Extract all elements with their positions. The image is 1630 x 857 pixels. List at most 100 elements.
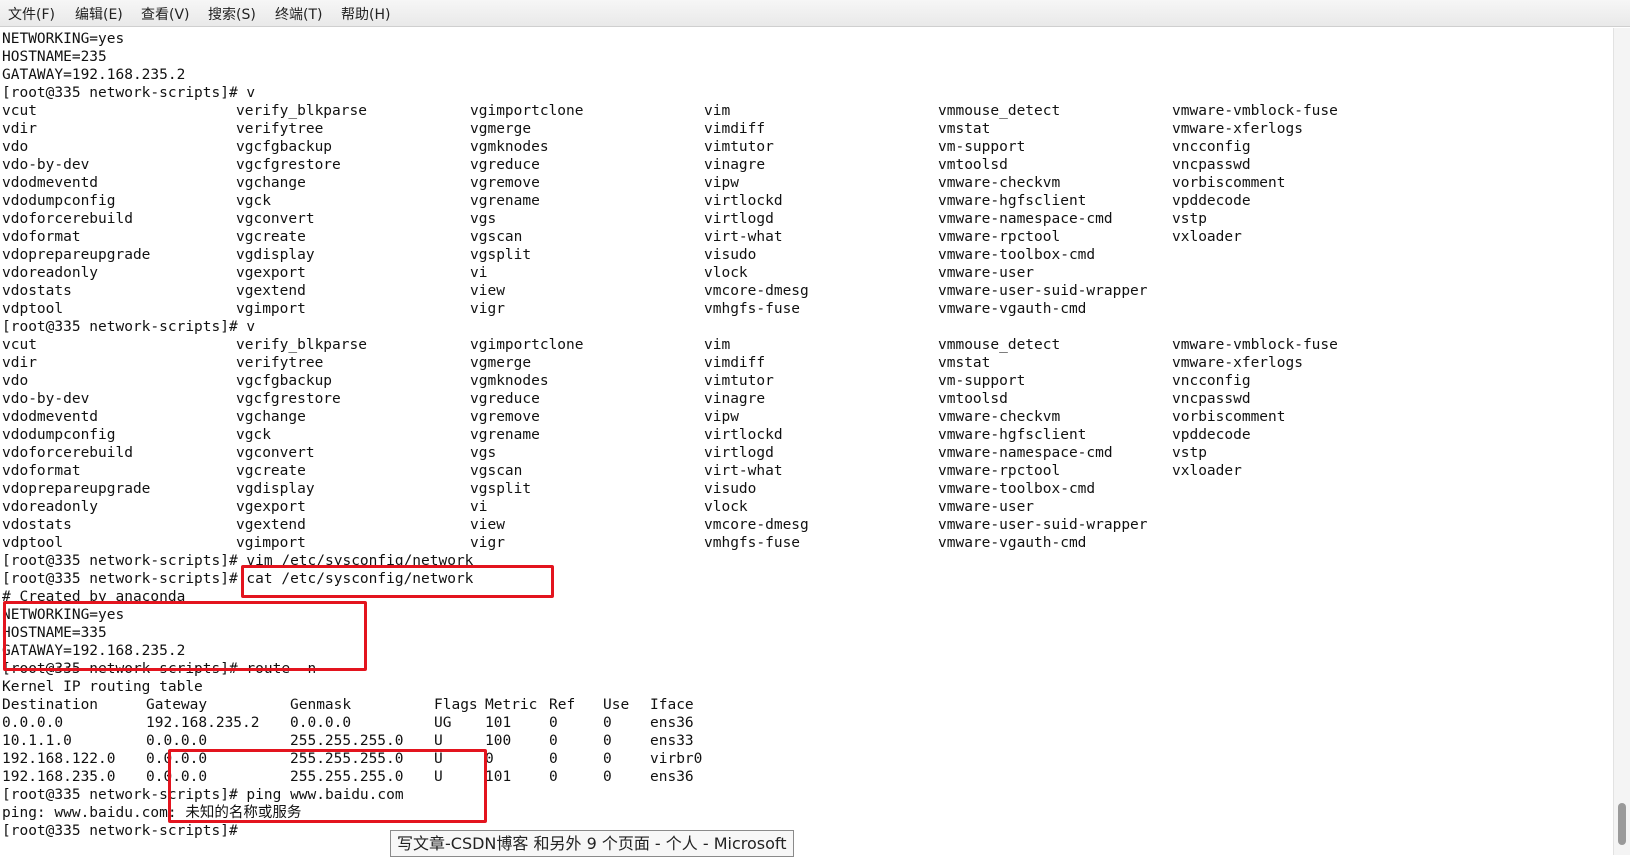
completion-item: vgscan [470, 463, 523, 479]
route-cell: U [434, 733, 443, 749]
completion-item: vgmknodes [470, 139, 549, 155]
completion-item: vgmerge [470, 355, 532, 371]
completion-item: vgconvert [236, 211, 315, 227]
completion-item: vlock [704, 499, 748, 515]
scrollbar-thumb[interactable] [1618, 803, 1626, 845]
route-cell: 101 [485, 715, 512, 731]
completion-item: vgcfgbackup [236, 139, 333, 155]
terminal-line: HOSTNAME=335 [2, 625, 107, 641]
route-cell: ens36 [650, 715, 694, 731]
completion-item: vmware-rpctool [938, 229, 1061, 245]
route-header-cell: Gateway [146, 697, 208, 713]
completion-item: vigr [470, 301, 505, 317]
completion-item: vmware-user-suid-wrapper [938, 517, 1148, 533]
completion-item: vdptool [2, 301, 64, 317]
completion-item: vgsplit [470, 481, 532, 497]
completion-item: vpddecode [1172, 193, 1251, 209]
completion-item: vmcore-dmesg [704, 283, 809, 299]
completion-item: vmware-rpctool [938, 463, 1061, 479]
terminal-scrollbar[interactable] [1613, 28, 1630, 855]
completion-item: vlock [704, 265, 748, 281]
completion-item: vmhgfs-fuse [704, 535, 801, 551]
completion-item: vmware-toolbox-cmd [938, 247, 1096, 263]
completion-item: vgs [470, 445, 497, 461]
terminal-line: GATAWAY=192.168.235.2 [2, 643, 186, 659]
menu-edit[interactable]: 编辑(E) [75, 4, 123, 24]
terminal-line: Kernel IP routing table [2, 679, 203, 695]
completion-item: vim [704, 103, 731, 119]
completion-item: vgcfgbackup [236, 373, 333, 389]
completion-item: verifytree [236, 355, 324, 371]
completion-item: vmtoolsd [938, 157, 1008, 173]
completion-item: verify_blkparse [236, 337, 367, 353]
completion-item: vinagre [704, 391, 766, 407]
route-cell: 0 [549, 751, 558, 767]
completion-item: vimdiff [704, 355, 766, 371]
completion-item: vmware-hgfsclient [938, 427, 1087, 443]
completion-item: vgremove [470, 409, 540, 425]
completion-item: vgextend [236, 517, 306, 533]
route-cell: 192.168.235.0 [2, 769, 116, 785]
completion-item: vgchange [236, 409, 306, 425]
route-header-cell: Use [603, 697, 630, 713]
terminal-line: [root@335 network-scripts]# v [2, 319, 256, 335]
completion-item: vgchange [236, 175, 306, 191]
completion-item: vmmouse_detect [938, 103, 1061, 119]
route-cell: U [434, 751, 443, 767]
completion-item: vdodmeventd [2, 175, 99, 191]
completion-item: vgreduce [470, 157, 540, 173]
completion-item: vmware-namespace-cmd [938, 211, 1113, 227]
menu-help[interactable]: 帮助(H) [341, 4, 390, 24]
terminal-output[interactable]: NETWORKING=yes HOSTNAME=235 GATAWAY=192.16… [0, 28, 1612, 855]
completion-item: vmware-hgfsclient [938, 193, 1087, 209]
completion-item: vgrename [470, 427, 540, 443]
completion-item: vdoforcerebuild [2, 445, 133, 461]
completion-item: vdo [2, 373, 29, 389]
completion-item: vorbiscomment [1172, 175, 1286, 191]
route-cell: virbr0 [650, 751, 703, 767]
menu-file[interactable]: 文件(F) [8, 4, 55, 24]
completion-item: vgck [236, 427, 271, 443]
completion-item: vdoformat [2, 229, 81, 245]
completion-item: vimdiff [704, 121, 766, 137]
completion-item: vimtutor [704, 373, 774, 389]
completion-item: vdoformat [2, 463, 81, 479]
completion-item: vgconvert [236, 445, 315, 461]
completion-item: vdo [2, 139, 29, 155]
completion-item: virtlogd [704, 445, 774, 461]
terminal-line: GATAWAY=192.168.235.2 [2, 67, 186, 83]
terminal-line: # Created by anaconda [2, 589, 186, 605]
completion-item: vi [470, 499, 488, 515]
completion-item: vgcfgrestore [236, 391, 341, 407]
completion-item: vmware-vgauth-cmd [938, 535, 1087, 551]
completion-item: vgdisplay [236, 247, 315, 263]
completion-item: vmware-checkvm [938, 409, 1061, 425]
completion-item: visudo [704, 247, 757, 263]
completion-item: vimtutor [704, 139, 774, 155]
completion-item: vdostats [2, 517, 72, 533]
completion-item: vm-support [938, 373, 1026, 389]
completion-item: vmware-user-suid-wrapper [938, 283, 1148, 299]
route-header-cell: Destination [2, 697, 99, 713]
completion-item: vgmknodes [470, 373, 549, 389]
completion-item: vncpasswd [1172, 391, 1251, 407]
route-cell: 0.0.0.0 [146, 733, 208, 749]
terminal-line: [root@335 network-scripts]# vim /etc/sys… [2, 553, 474, 569]
completion-item: vdoprepareupgrade [2, 481, 151, 497]
menu-search[interactable]: 搜索(S) [208, 4, 256, 24]
completion-item: vi [470, 265, 488, 281]
completion-item: vstp [1172, 211, 1207, 227]
completion-item: vmware-xferlogs [1172, 355, 1303, 371]
completion-item: vgsplit [470, 247, 532, 263]
completion-item: virt-what [704, 229, 783, 245]
completion-item: vorbiscomment [1172, 409, 1286, 425]
completion-item: vncconfig [1172, 373, 1251, 389]
menu-terminal[interactable]: 终端(T) [275, 4, 322, 24]
completion-item: vdo-by-dev [2, 391, 90, 407]
route-cell: 255.255.255.0 [290, 751, 404, 767]
completion-item: verifytree [236, 121, 324, 137]
terminal-line: NETWORKING=yes [2, 607, 125, 623]
menu-view[interactable]: 查看(V) [141, 4, 190, 24]
route-header-cell: Genmask [290, 697, 352, 713]
completion-item: view [470, 283, 505, 299]
